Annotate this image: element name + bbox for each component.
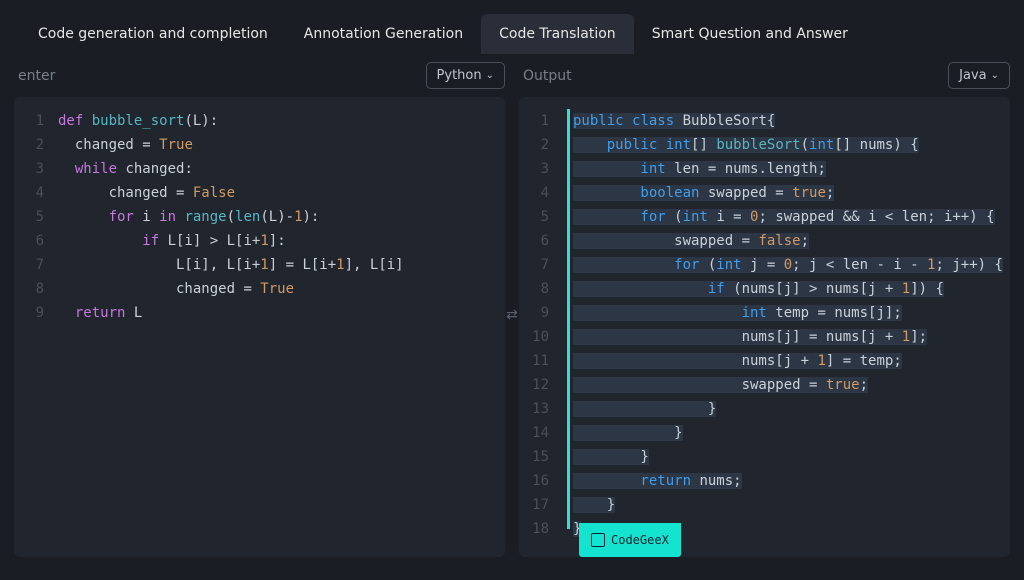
code-content: int temp = nums[j]; (563, 301, 1010, 325)
codegeex-badge: CodeGeeX (579, 523, 681, 557)
chevron-down-icon: ⌄ (991, 70, 999, 81)
output-change-bar (567, 109, 570, 529)
code-content: } (563, 397, 1010, 421)
code-line: 1public class BubbleSort{ (519, 109, 1010, 133)
gutter-number: 13 (519, 397, 563, 421)
tab-0[interactable]: Code generation and completion (20, 14, 286, 54)
code-line: 7 L[i], L[i+1] = L[i+1], L[i] (14, 253, 505, 277)
code-content: swapped = true; (563, 373, 1010, 397)
code-line: 2 changed = True (14, 133, 505, 157)
gutter-number: 11 (519, 349, 563, 373)
gutter-number: 1 (519, 109, 563, 133)
code-line: 7 for (int j = 0; j < len - i - 1; j++) … (519, 253, 1010, 277)
code-content: changed = True (58, 133, 505, 157)
code-content: } (563, 445, 1010, 469)
gutter-number: 17 (519, 493, 563, 517)
tab-2[interactable]: Code Translation (481, 14, 634, 54)
gutter-number: 6 (14, 229, 58, 253)
code-content: for i in range(len(L)-1): (58, 205, 505, 229)
gutter-number: 3 (14, 157, 58, 181)
gutter-number: 9 (14, 301, 58, 325)
gutter-number: 2 (14, 133, 58, 157)
code-content: } (563, 421, 1010, 445)
code-line: 13 } (519, 397, 1010, 421)
code-content: if (nums[j] > nums[j + 1]) { (563, 277, 1010, 301)
gutter-number: 2 (519, 133, 563, 157)
code-content: } (563, 493, 1010, 517)
output-label: Output (519, 68, 572, 84)
code-line: 5 for (int i = 0; swapped && i < len; i+… (519, 205, 1010, 229)
gutter-number: 3 (519, 157, 563, 181)
code-line: 5 for i in range(len(L)-1): (14, 205, 505, 229)
input-code-editor[interactable]: 1def bubble_sort(L):2 changed = True3 wh… (14, 97, 505, 557)
code-content: public int[] bubbleSort(int[] nums) { (563, 133, 1010, 157)
chevron-down-icon: ⌄ (486, 70, 494, 81)
code-content: for (int j = 0; j < len - i - 1; j++) { (563, 253, 1010, 277)
controls-row: enter Python ⌄ Output Java ⌄ (0, 54, 1024, 97)
code-line: 17 } (519, 493, 1010, 517)
gutter-number: 14 (519, 421, 563, 445)
gutter-number: 6 (519, 229, 563, 253)
code-content: return L (58, 301, 505, 325)
output-code-editor[interactable]: CodeGeeX 1public class BubbleSort{2 publ… (519, 97, 1010, 557)
code-line: 1def bubble_sort(L): (14, 109, 505, 133)
swap-icon[interactable]: ⇄ (506, 307, 518, 323)
code-line: 15 } (519, 445, 1010, 469)
gutter-number: 4 (519, 181, 563, 205)
gutter-number: 4 (14, 181, 58, 205)
code-content: nums[j] = nums[j + 1]; (563, 325, 1010, 349)
code-line: 10 nums[j] = nums[j + 1]; (519, 325, 1010, 349)
code-content: L[i], L[i+1] = L[i+1], L[i] (58, 253, 505, 277)
input-lang-value: Python (437, 68, 482, 83)
gutter-number: 10 (519, 325, 563, 349)
code-content: for (int i = 0; swapped && i < len; i++)… (563, 205, 1010, 229)
gutter-number: 7 (14, 253, 58, 277)
gutter-number: 8 (519, 277, 563, 301)
code-line: 4 changed = False (14, 181, 505, 205)
gutter-number: 12 (519, 373, 563, 397)
editor-panes: 1def bubble_sort(L):2 changed = True3 wh… (0, 97, 1024, 571)
output-lang-select[interactable]: Java ⌄ (948, 62, 1010, 89)
gutter-number: 7 (519, 253, 563, 277)
code-line: 12 swapped = true; (519, 373, 1010, 397)
tab-1[interactable]: Annotation Generation (286, 14, 481, 54)
code-content: def bubble_sort(L): (58, 109, 505, 133)
code-content: boolean swapped = true; (563, 181, 1010, 205)
code-line: 9 int temp = nums[j]; (519, 301, 1010, 325)
code-content: swapped = false; (563, 229, 1010, 253)
code-line: 16 return nums; (519, 469, 1010, 493)
code-line: 3 int len = nums.length; (519, 157, 1010, 181)
code-content: changed = False (58, 181, 505, 205)
code-line: 9 return L (14, 301, 505, 325)
output-lang-value: Java (959, 68, 986, 83)
tabs-bar: Code generation and completionAnnotation… (0, 0, 1024, 54)
code-content: int len = nums.length; (563, 157, 1010, 181)
input-lang-select[interactable]: Python ⌄ (426, 62, 505, 89)
code-line: 3 while changed: (14, 157, 505, 181)
code-line: 8 changed = True (14, 277, 505, 301)
code-line: 6 swapped = false; (519, 229, 1010, 253)
code-line: 8 if (nums[j] > nums[j + 1]) { (519, 277, 1010, 301)
gutter-number: 8 (14, 277, 58, 301)
code-line: 4 boolean swapped = true; (519, 181, 1010, 205)
code-line: 6 if L[i] > L[i+1]: (14, 229, 505, 253)
input-label: enter (14, 68, 55, 84)
code-content: return nums; (563, 469, 1010, 493)
code-content: public class BubbleSort{ (563, 109, 1010, 133)
gutter-number: 5 (519, 205, 563, 229)
code-content: if L[i] > L[i+1]: (58, 229, 505, 253)
gutter-number: 9 (519, 301, 563, 325)
code-line: 2 public int[] bubbleSort(int[] nums) { (519, 133, 1010, 157)
code-content: while changed: (58, 157, 505, 181)
gutter-number: 18 (519, 517, 563, 541)
code-line: 14 } (519, 421, 1010, 445)
gutter-number: 5 (14, 205, 58, 229)
tab-3[interactable]: Smart Question and Answer (634, 14, 866, 54)
code-line: 11 nums[j + 1] = temp; (519, 349, 1010, 373)
gutter-number: 1 (14, 109, 58, 133)
gutter-number: 15 (519, 445, 563, 469)
code-content: changed = True (58, 277, 505, 301)
code-content: nums[j + 1] = temp; (563, 349, 1010, 373)
gutter-number: 16 (519, 469, 563, 493)
